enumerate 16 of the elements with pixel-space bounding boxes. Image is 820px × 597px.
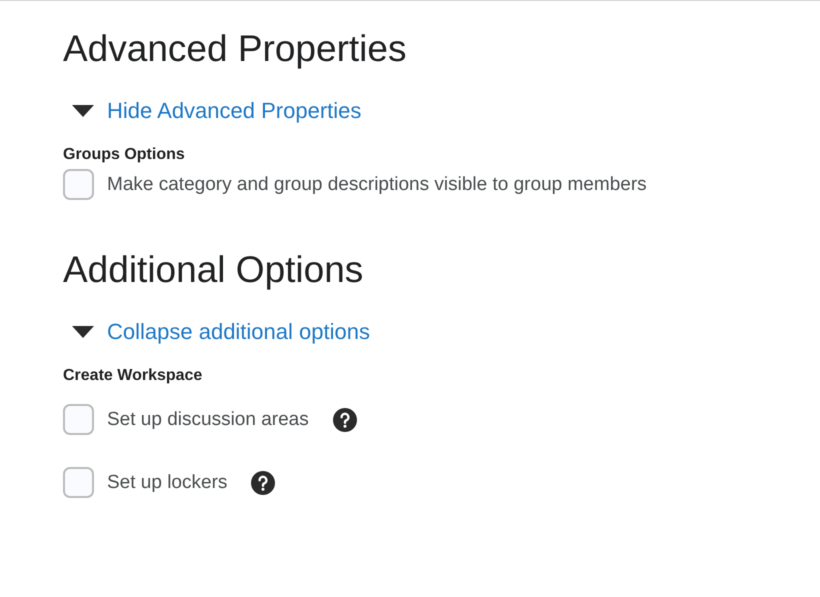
caret-icon	[72, 326, 94, 338]
option-label: Make category and group descriptions visible to group members	[107, 172, 647, 196]
help-icon[interactable]	[332, 408, 357, 432]
option-label: Set up lockers	[107, 470, 228, 494]
group-label: Create Workspace	[63, 366, 204, 386]
checkbox[interactable]	[63, 169, 94, 200]
toggle-link[interactable]: Collapse additional options	[72, 318, 370, 346]
help-icon[interactable]	[251, 470, 276, 494]
checkbox[interactable]	[63, 467, 94, 498]
caret-icon	[72, 105, 94, 117]
section-heading: Additional Options	[63, 248, 364, 292]
section-heading: Advanced Properties	[63, 27, 408, 71]
option-label: Set up discussion areas	[107, 408, 309, 432]
group-label: Groups Options	[63, 145, 186, 165]
checkbox[interactable]	[63, 404, 94, 435]
toggle-link[interactable]: Hide Advanced Properties	[72, 97, 362, 125]
